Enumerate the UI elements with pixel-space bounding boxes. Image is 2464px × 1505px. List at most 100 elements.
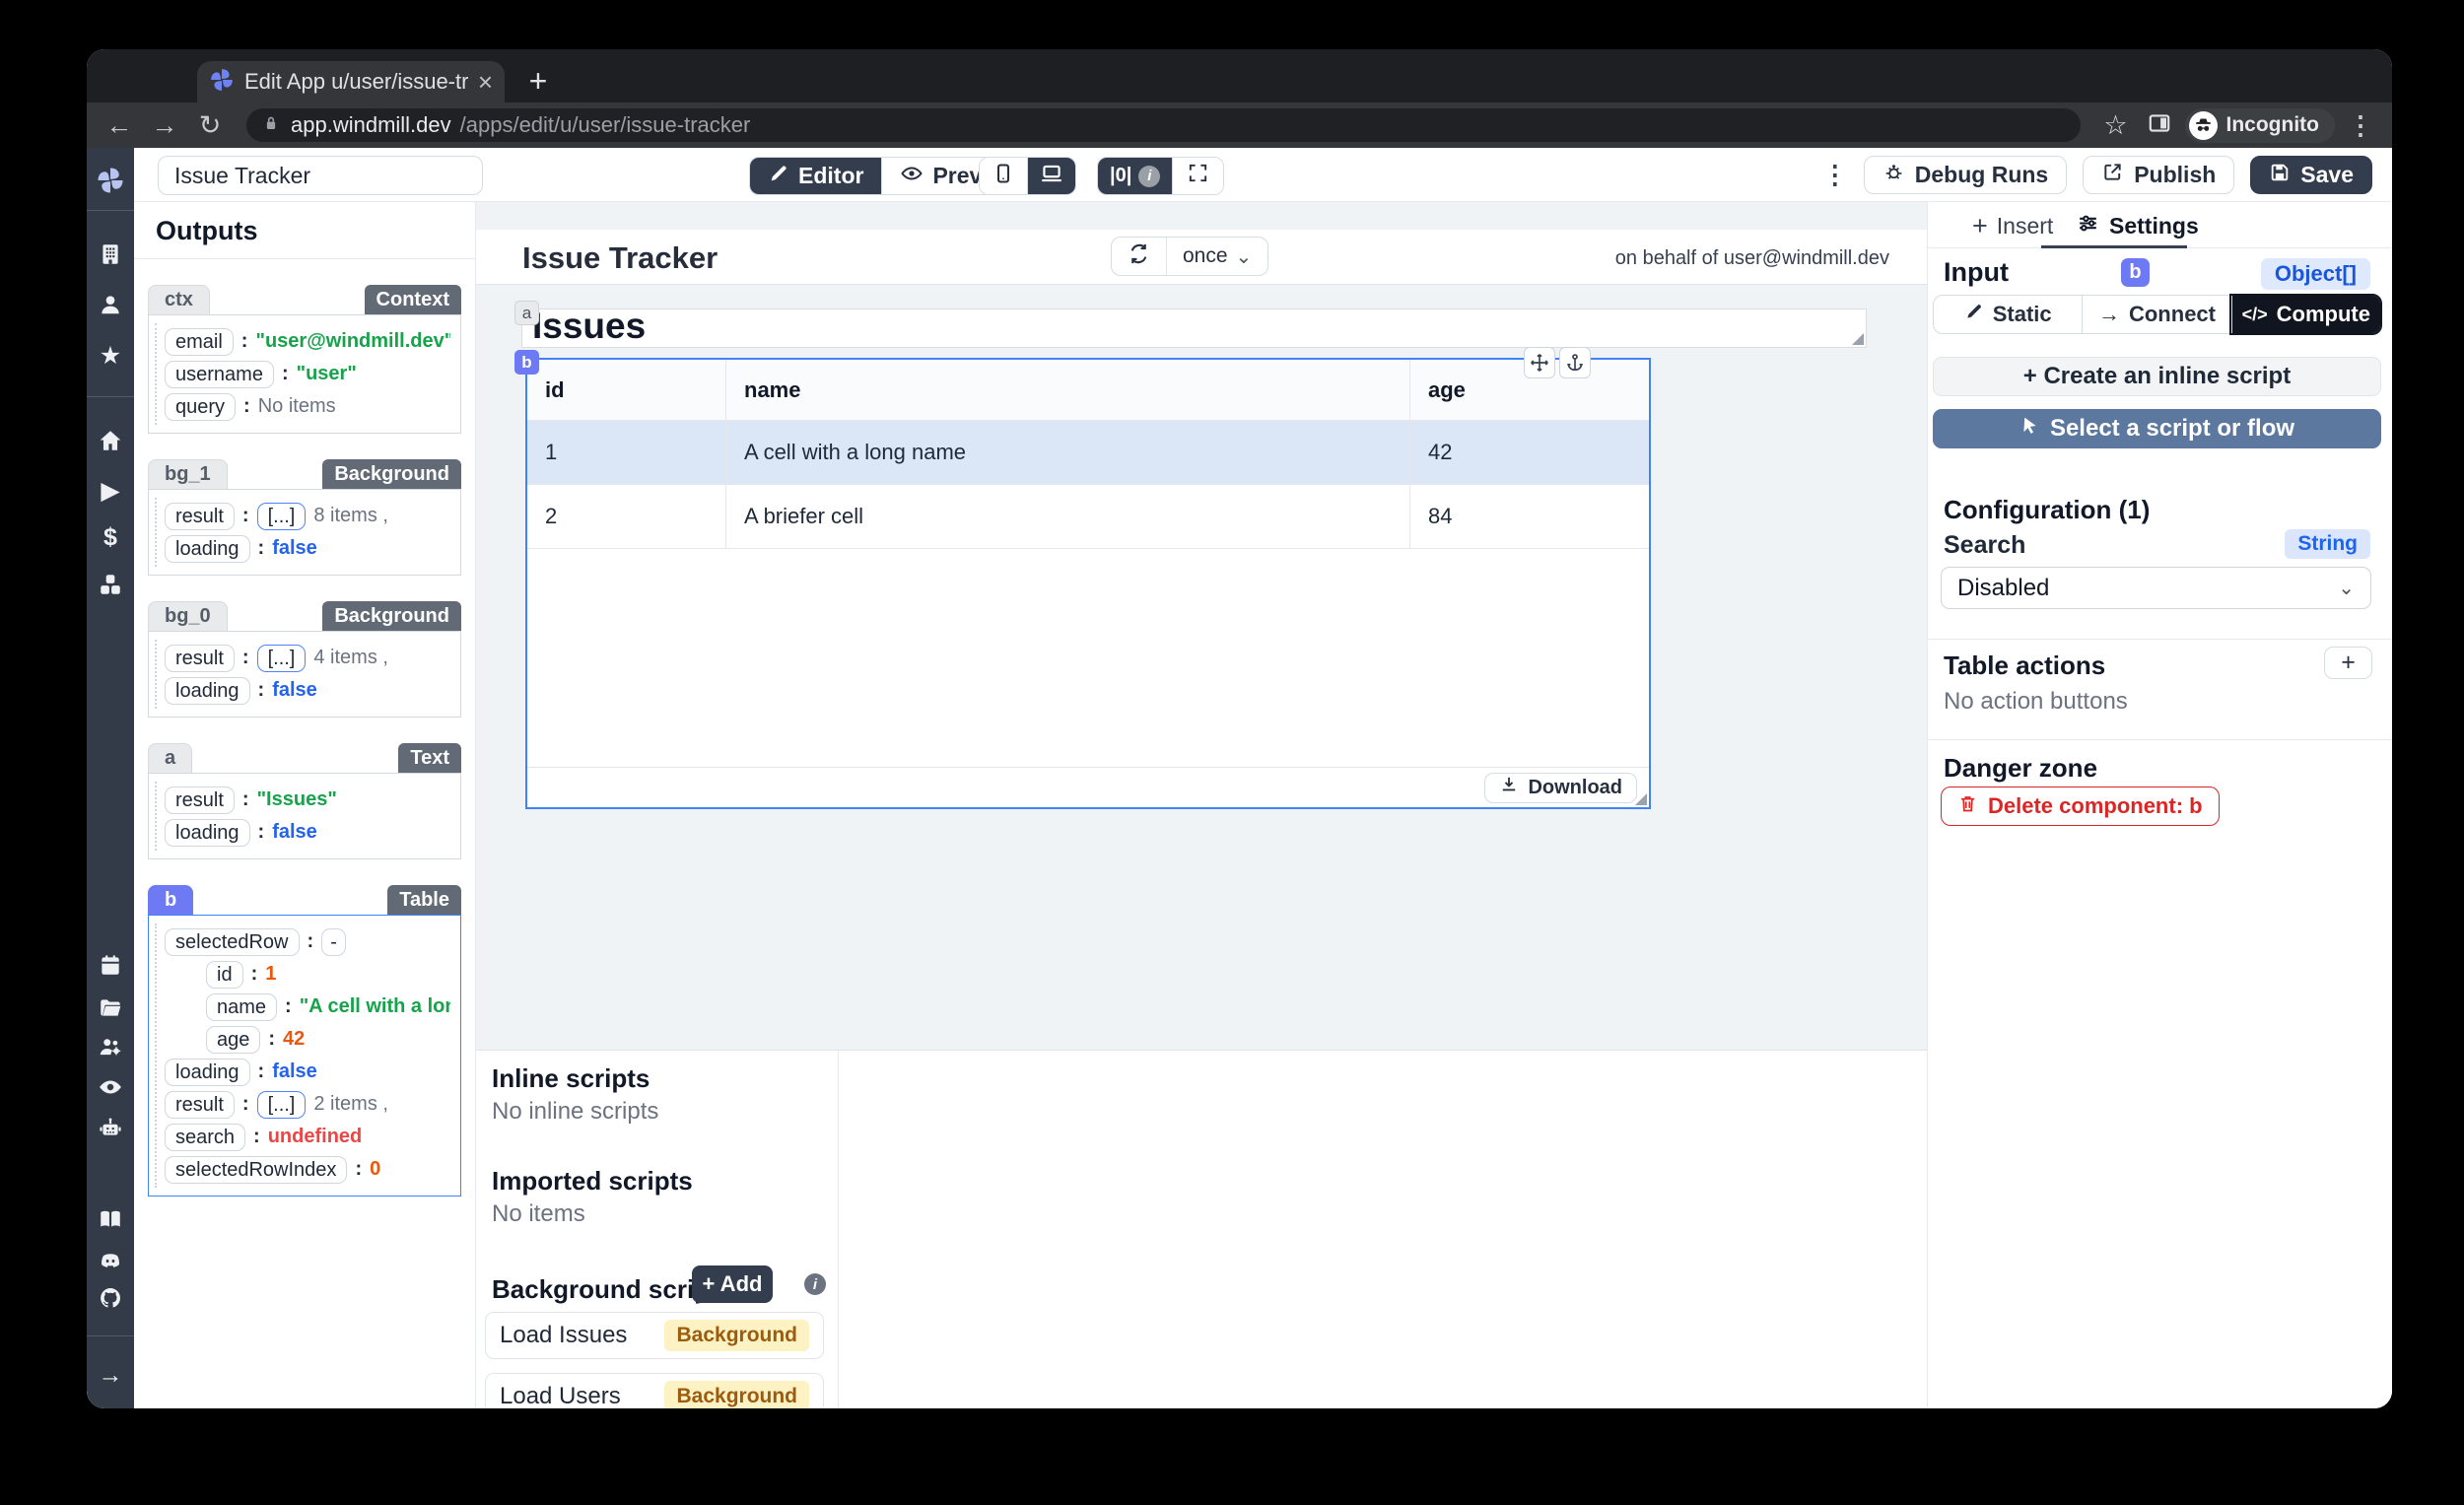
search-config-label: Search bbox=[1944, 531, 2026, 559]
save-button[interactable]: Save bbox=[2250, 156, 2372, 194]
schedules-calendar-icon[interactable] bbox=[87, 950, 134, 980]
output-key[interactable]: name bbox=[206, 992, 278, 1021]
mode-connect-button[interactable]: → Connect bbox=[2082, 296, 2230, 333]
output-key[interactable]: result bbox=[165, 786, 235, 814]
component-id-tab[interactable]: ctx bbox=[148, 285, 210, 314]
desktop-view-button[interactable] bbox=[1027, 158, 1075, 194]
output-key[interactable]: loading bbox=[165, 818, 250, 847]
github-icon[interactable] bbox=[87, 1283, 134, 1313]
home-icon[interactable] bbox=[87, 426, 134, 455]
mode-compute-button[interactable]: </> Compute bbox=[2228, 294, 2382, 335]
output-key[interactable]: query bbox=[165, 392, 237, 421]
workspace-building-icon[interactable] bbox=[87, 239, 134, 269]
move-handle-icon[interactable] bbox=[1524, 347, 1555, 378]
fullscreen-button[interactable] bbox=[1172, 158, 1224, 194]
workers-robot-icon[interactable] bbox=[87, 1113, 134, 1142]
add-table-action-button[interactable]: + bbox=[2324, 647, 2372, 679]
table-component[interactable]: id name age 1 A cell with a long name 42… bbox=[525, 358, 1651, 809]
search-mode-value: Disabled bbox=[1957, 574, 2050, 601]
expand-sidebar-arrow-icon[interactable]: → bbox=[87, 1360, 134, 1390]
workspace-sidebar: ★ ▶ $ → bbox=[87, 148, 134, 1408]
tab-settings[interactable]: Settings bbox=[2076, 211, 2199, 241]
toggle-outputs-button[interactable]: |0| i bbox=[1098, 158, 1173, 194]
docs-book-icon[interactable] bbox=[87, 1204, 134, 1234]
browser-menu-icon[interactable]: ⋮ bbox=[2343, 110, 2378, 141]
delete-component-button[interactable]: Delete component: b bbox=[1941, 787, 2220, 826]
collapse-pill[interactable]: - bbox=[321, 927, 346, 956]
app-menu-icon[interactable]: ⋮ bbox=[1822, 160, 1848, 190]
resources-cubes-icon[interactable] bbox=[87, 570, 134, 599]
output-key[interactable]: loading bbox=[165, 676, 250, 705]
component-id-tab[interactable]: b bbox=[148, 885, 194, 915]
expand-array-pill[interactable]: [...] bbox=[256, 502, 307, 530]
output-key[interactable]: loading bbox=[165, 534, 250, 563]
runs-play-icon[interactable]: ▶ bbox=[87, 476, 134, 506]
output-key[interactable]: id bbox=[206, 960, 243, 989]
component-id-tab[interactable]: a bbox=[148, 743, 193, 773]
audit-eye-icon[interactable] bbox=[87, 1072, 134, 1102]
browser-tabstrip: Edit App u/user/issue-tracker | × + bbox=[87, 49, 2392, 132]
url-bar[interactable]: app.windmill.dev/apps/edit/u/user/issue-… bbox=[246, 108, 2081, 142]
add-background-script-button[interactable]: + Add bbox=[692, 1266, 773, 1303]
select-script-button[interactable]: Select a script or flow bbox=[1933, 409, 2381, 448]
output-key[interactable]: search bbox=[165, 1123, 246, 1151]
app-canvas[interactable]: a Issues b id name age 1 A cell with a l… bbox=[476, 285, 1927, 1050]
output-key[interactable]: selectedRow bbox=[165, 927, 300, 956]
output-values-box: result "Issues" loading false bbox=[148, 773, 461, 859]
resize-handle[interactable] bbox=[1852, 333, 1864, 345]
expand-array-pill[interactable]: [...] bbox=[256, 1090, 307, 1119]
background-script-item[interactable]: Load Issues Background bbox=[485, 1312, 824, 1359]
text-component-tag[interactable]: a bbox=[514, 301, 539, 325]
background-script-item[interactable]: Load Users Background bbox=[485, 1373, 824, 1408]
variables-dollar-icon[interactable]: $ bbox=[87, 522, 134, 552]
output-key[interactable]: username bbox=[165, 360, 274, 388]
create-inline-script-button[interactable]: + Create an inline script bbox=[1933, 357, 2381, 396]
back-icon[interactable]: ← bbox=[101, 110, 138, 141]
text-component[interactable]: Issues bbox=[521, 306, 1867, 348]
browser-tab[interactable]: Edit App u/user/issue-tracker | × bbox=[197, 61, 505, 103]
output-key[interactable]: result bbox=[165, 502, 235, 530]
favorites-star-icon[interactable]: ★ bbox=[87, 341, 134, 371]
mobile-view-button[interactable] bbox=[980, 158, 1027, 194]
column-header[interactable]: id bbox=[527, 360, 726, 420]
download-button[interactable]: Download bbox=[1484, 772, 1637, 803]
side-panel-icon[interactable] bbox=[2142, 110, 2177, 141]
table-row[interactable]: 1 A cell with a long name 42 bbox=[527, 421, 1649, 485]
output-key[interactable]: loading bbox=[165, 1058, 250, 1086]
table-component-tag[interactable]: b bbox=[514, 350, 539, 375]
output-key[interactable]: result bbox=[165, 644, 235, 672]
expand-array-pill[interactable]: [...] bbox=[256, 644, 307, 672]
table-row[interactable]: 2 A briefer cell 84 bbox=[527, 485, 1649, 549]
discord-icon[interactable] bbox=[87, 1247, 134, 1276]
groups-users-gear-icon[interactable] bbox=[87, 1032, 134, 1061]
output-values-box: email"user@windmill.dev" username"user" … bbox=[148, 314, 461, 434]
lock-icon bbox=[260, 112, 282, 139]
output-key[interactable]: selectedRowIndex bbox=[165, 1155, 348, 1184]
anchor-icon[interactable] bbox=[1559, 347, 1591, 378]
debug-runs-button[interactable]: Debug Runs bbox=[1863, 156, 2068, 194]
folders-icon[interactable] bbox=[87, 993, 134, 1023]
app-name-input[interactable] bbox=[158, 156, 483, 195]
publish-label: Publish bbox=[2134, 162, 2217, 187]
user-icon[interactable] bbox=[87, 290, 134, 319]
output-key[interactable]: result bbox=[165, 1090, 235, 1119]
component-id-tab[interactable]: bg_0 bbox=[148, 601, 228, 631]
output-key[interactable]: email bbox=[165, 327, 234, 356]
new-tab-button[interactable]: + bbox=[520, 63, 556, 99]
column-header[interactable]: name bbox=[726, 360, 1410, 420]
tab-close-icon[interactable]: × bbox=[478, 69, 493, 95]
editor-button[interactable]: Editor bbox=[750, 158, 882, 194]
bookmark-star-icon[interactable]: ☆ bbox=[2098, 110, 2134, 141]
component-id-tab[interactable]: bg_1 bbox=[148, 459, 228, 489]
refresh-mode-dropdown[interactable]: once ⌄ bbox=[1167, 238, 1267, 275]
forward-icon[interactable]: → bbox=[146, 110, 183, 141]
output-key[interactable]: age bbox=[206, 1025, 261, 1054]
refresh-button[interactable] bbox=[1112, 238, 1167, 275]
reload-icon[interactable]: ↻ bbox=[191, 110, 229, 141]
mode-static-button[interactable]: Static bbox=[1934, 296, 2082, 333]
search-mode-select[interactable]: Disabled ⌄ bbox=[1941, 567, 2371, 609]
publish-button[interactable]: Publish bbox=[2083, 156, 2235, 194]
windmill-logo-icon[interactable] bbox=[87, 166, 134, 195]
tab-insert[interactable]: + Insert bbox=[1972, 211, 2053, 241]
resize-handle[interactable] bbox=[1635, 793, 1647, 805]
